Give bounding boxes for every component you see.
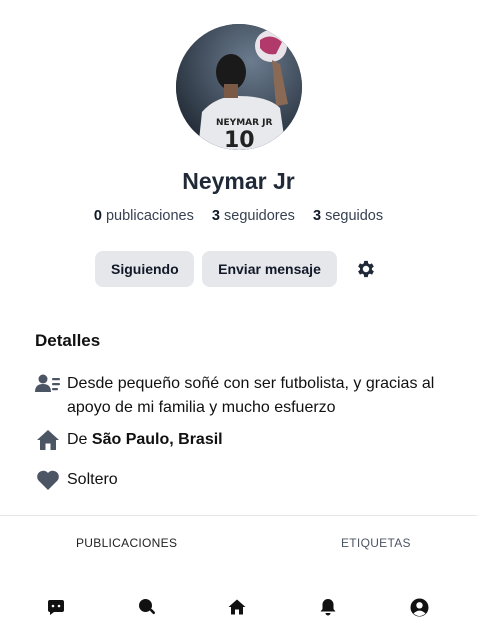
heart-icon: [35, 468, 61, 492]
divider: [0, 515, 477, 516]
profile-actions: Siguiendo Enviar mensaje: [95, 251, 381, 287]
detail-relationship: Soltero: [35, 468, 118, 492]
posts-stat[interactable]: 0 publicaciones: [94, 208, 194, 224]
gear-icon[interactable]: [351, 254, 381, 284]
detail-city: De São Paulo, Brasil: [35, 428, 223, 452]
user-circle-icon[interactable]: [408, 596, 430, 618]
user-card-icon: [35, 372, 61, 396]
svg-text:NEYMAR JR: NEYMAR JR: [216, 118, 273, 128]
detail-bio: Desde pequeño soñé con ser futbolista, y…: [35, 372, 455, 420]
home-nav-icon[interactable]: [226, 596, 248, 618]
svg-text:10: 10: [224, 128, 255, 150]
city-name: São Paulo, Brasil: [91, 431, 223, 448]
avatar-photo: NEYMAR JR 10: [176, 24, 302, 150]
city-prefix: De: [67, 431, 88, 448]
profile-name: Neymar Jr: [182, 168, 295, 194]
bio-text: Desde pequeño soñé con ser futbolista, y…: [67, 375, 435, 416]
send-message-button[interactable]: Enviar mensaje: [202, 251, 337, 287]
relationship-text: Soltero: [67, 471, 118, 488]
profile-avatar[interactable]: NEYMAR JR 10: [176, 24, 302, 150]
following-stat[interactable]: 3 seguidos: [313, 208, 383, 224]
bottom-nav: [0, 596, 477, 620]
followers-stat[interactable]: 3 seguidores: [212, 208, 295, 224]
bell-icon[interactable]: [317, 596, 339, 618]
details-title: Detalles: [35, 331, 101, 350]
home-icon: [35, 428, 61, 452]
profile-stats: 0 publicaciones 3 seguidores 3 seguidos: [0, 208, 477, 224]
tab-etiquetas[interactable]: ETIQUETAS: [341, 536, 411, 550]
search-icon[interactable]: [136, 596, 158, 618]
chat-icon[interactable]: [45, 596, 67, 618]
following-button[interactable]: Siguiendo: [95, 251, 194, 287]
tab-publicaciones[interactable]: PUBLICACIONES: [76, 536, 177, 550]
